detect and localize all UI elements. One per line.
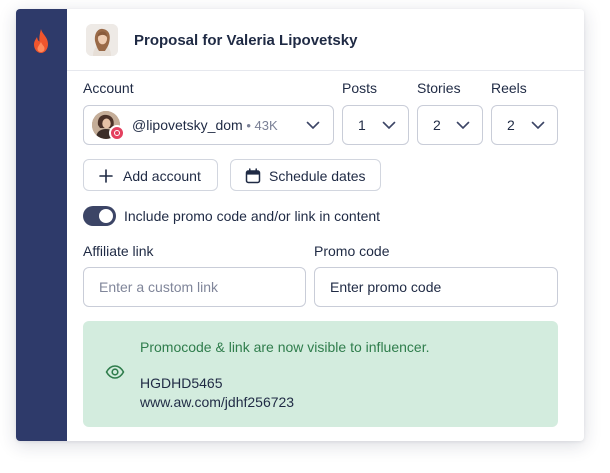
promo-code-input[interactable]	[314, 267, 558, 307]
stories-label: Stories	[417, 80, 461, 96]
affiliate-link-label: Affiliate link	[83, 243, 154, 259]
promo-toggle-label: Include promo code and/or link in conten…	[124, 208, 381, 224]
add-account-label: Add account	[123, 168, 201, 184]
calendar-icon	[245, 168, 261, 184]
handle-separator: •	[242, 118, 255, 133]
eye-icon	[105, 365, 125, 379]
chevron-down-icon	[531, 121, 545, 129]
header: Proposal for Valeria Lipovetsky	[67, 9, 584, 71]
toggle-knob	[99, 209, 113, 223]
posts-select[interactable]: 1	[342, 105, 409, 145]
avatar-image	[86, 24, 118, 56]
plus-icon	[99, 169, 113, 183]
affiliate-link-value: www.aw.com/jdhf256723	[140, 394, 295, 410]
page-title: Proposal for Valeria Lipovetsky	[134, 32, 358, 49]
proposal-card: Proposal for Valeria Lipovetsky Account …	[16, 9, 584, 441]
promo-code-label: Promo code	[314, 243, 390, 259]
stories-value: 2	[433, 117, 441, 133]
chevron-down-icon	[382, 121, 396, 129]
flame-logo-icon[interactable]	[30, 28, 52, 54]
notice-message: Promocode & link are now visible to infl…	[140, 339, 430, 355]
account-select[interactable]: @lipovetsky_dom • 43K	[83, 105, 334, 145]
stories-select[interactable]: 2	[417, 105, 483, 145]
visibility-notice: Promocode & link are now visible to infl…	[83, 321, 558, 427]
affiliate-link-input[interactable]	[83, 267, 306, 307]
follower-count: 43K	[254, 118, 278, 133]
account-label: Account	[83, 80, 134, 96]
promo-toggle[interactable]	[83, 206, 116, 226]
chevron-down-icon	[456, 121, 470, 129]
schedule-dates-label: Schedule dates	[269, 168, 366, 184]
add-account-button[interactable]: Add account	[83, 159, 218, 191]
schedule-dates-button[interactable]: Schedule dates	[230, 159, 381, 191]
influencer-avatar	[86, 24, 118, 56]
posts-value: 1	[358, 117, 366, 133]
chevron-down-icon	[306, 121, 320, 129]
promo-code-value: HGDHD5465	[140, 375, 223, 391]
account-handle-text: @lipovetsky_dom	[132, 117, 243, 133]
sidebar	[16, 9, 67, 441]
instagram-icon	[109, 125, 125, 141]
reels-select[interactable]: 2	[491, 105, 558, 145]
account-handle: @lipovetsky_dom • 43K	[132, 117, 278, 133]
reels-value: 2	[507, 117, 515, 133]
posts-label: Posts	[342, 80, 378, 96]
reels-label: Reels	[491, 80, 527, 96]
